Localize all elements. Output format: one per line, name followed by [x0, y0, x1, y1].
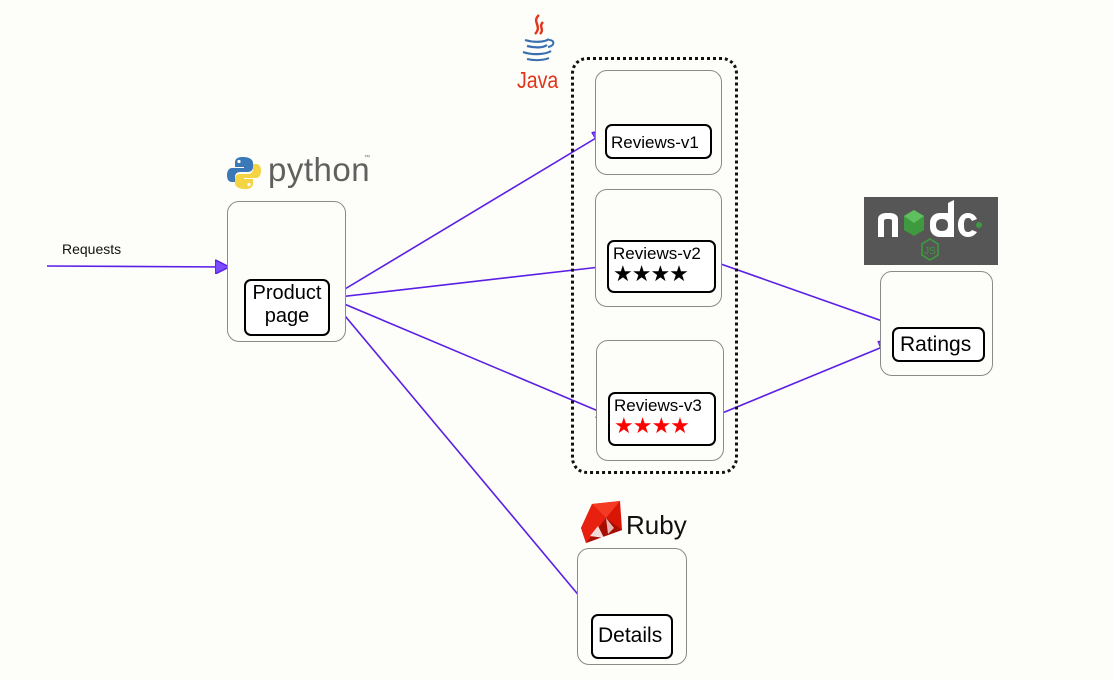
reviews-v3-red-stars: ★★★★ [614, 413, 690, 438]
ruby-gem-icon [581, 501, 622, 543]
nodejs-logo: JS [864, 197, 998, 265]
requests-label: Requests [62, 241, 122, 257]
reviews-v3-service[interactable]: Reviews-v3 ★★★★ [608, 392, 716, 446]
python-wordmark: python [268, 151, 371, 188]
ruby-wordmark: Ruby [626, 510, 687, 540]
edge-productpage-details [329, 297, 596, 616]
python-logo: python ™ [226, 151, 376, 191]
ratings-label: Ratings [900, 333, 972, 356]
ruby-logo: Ruby [580, 500, 690, 546]
details-label: Details [598, 624, 663, 647]
details-service[interactable]: Details [591, 614, 673, 659]
edge-productpage-reviews-v2 [329, 266, 609, 299]
java-logo: Java [515, 12, 565, 94]
edge-reviews-v2-ratings [717, 262, 902, 328]
productpage-label-line1: Product [252, 282, 322, 304]
reviews-v2-black-stars: ★★★★ [613, 261, 689, 286]
reviews-v1-service[interactable]: Reviews-v1 [605, 124, 712, 159]
edge-productpage-reviews-v3 [329, 297, 610, 416]
nodejs-js-text: JS [924, 246, 936, 257]
productpage-service[interactable]: Product page [244, 279, 330, 336]
reviews-v1-label: Reviews-v1 [611, 133, 699, 152]
ratings-service[interactable]: Ratings [892, 327, 985, 362]
edge-requests-productpage [46, 266, 228, 267]
trademark-mark: ™ [364, 155, 370, 161]
productpage-label-line2: page [264, 305, 310, 327]
reviews-v2-service[interactable]: Reviews-v2 ★★★★ [607, 240, 716, 293]
nodejs-icon: JS [878, 200, 982, 261]
java-cup-icon [522, 14, 555, 62]
reviews-v1-pod [595, 70, 722, 175]
python-icon [227, 157, 261, 189]
java-wordmark: Java [517, 67, 559, 93]
edge-reviews-v3-ratings [714, 343, 892, 417]
